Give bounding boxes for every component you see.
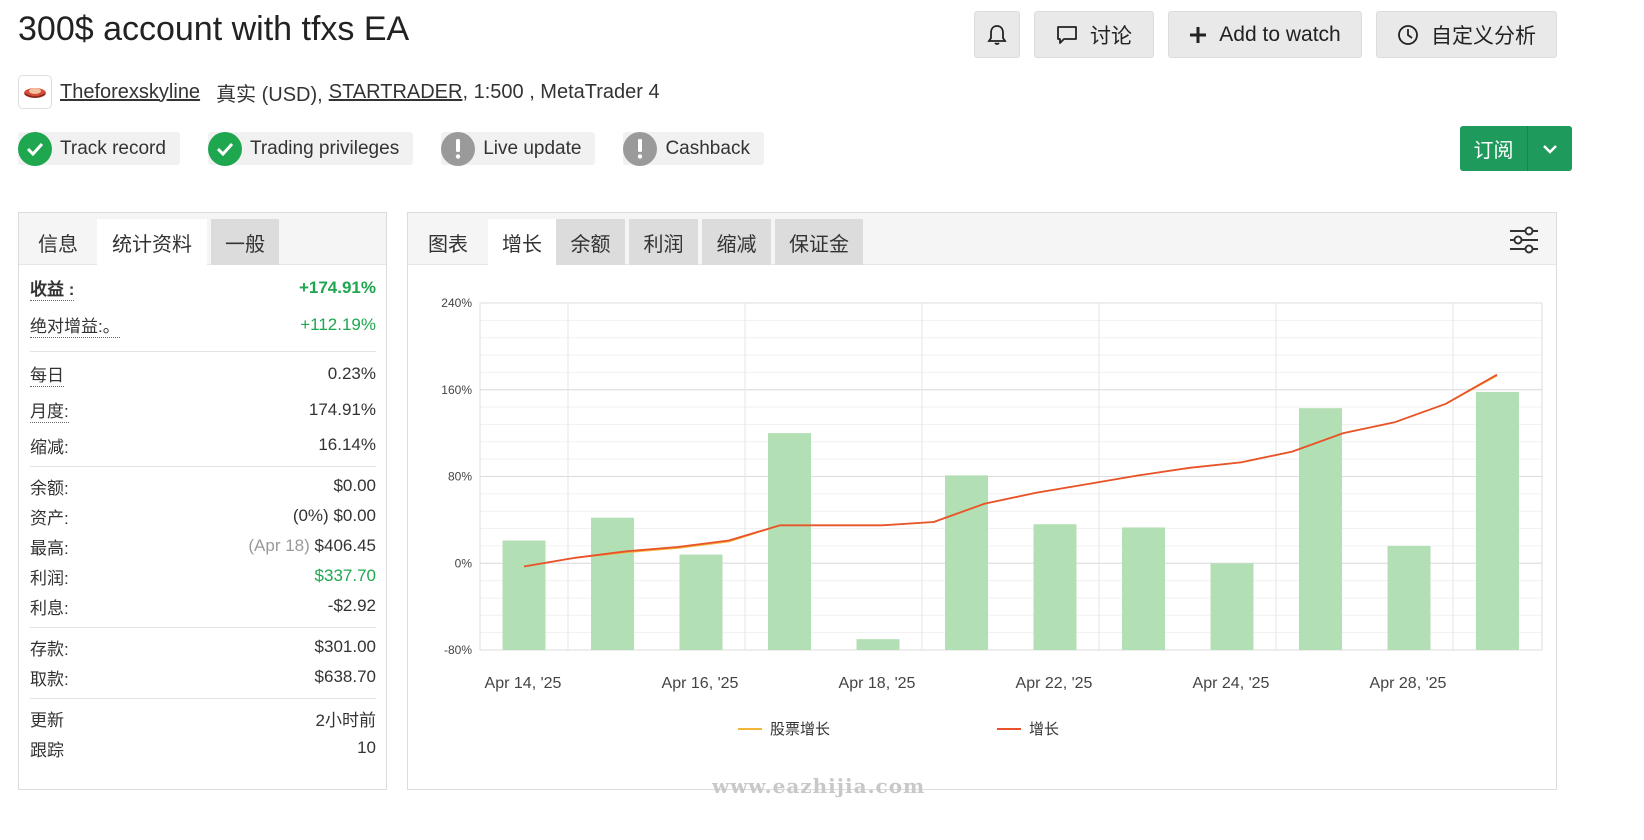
badge-label: Track record <box>60 137 166 159</box>
custom-analysis-button[interactable]: 自定义分析 <box>1376 11 1557 58</box>
tab-info[interactable]: 信息 <box>19 219 97 265</box>
stats-tabs: 信息 统计资料 一般 <box>19 213 386 265</box>
tab-chart[interactable]: 图表 <box>408 219 488 265</box>
filter-settings-icon[interactable] <box>1508 226 1540 259</box>
x-tick-label: Apr 28, '25 <box>1370 675 1447 692</box>
chart-bar <box>1033 524 1077 650</box>
chart-bar <box>945 475 988 650</box>
account-info: Theforexskyline 真实 (USD), STARTRADER , 1… <box>18 74 660 110</box>
owner-link[interactable]: Theforexskyline <box>60 81 200 104</box>
discuss-button[interactable]: 讨论 <box>1034 11 1154 58</box>
page-title: 300$ account with tfxs EA <box>18 10 410 48</box>
chart-bar <box>1387 545 1431 650</box>
equity-growth-line <box>523 375 1498 568</box>
x-tick-label: Apr 22, '25 <box>1016 675 1093 692</box>
chart-bar <box>1210 563 1254 650</box>
tab-statistics[interactable]: 统计资料 <box>97 219 207 265</box>
tab-general[interactable]: 一般 <box>211 219 279 265</box>
custom-analysis-label: 自定义分析 <box>1431 24 1536 48</box>
x-tick-label: Apr 24, '25 <box>1193 675 1270 692</box>
x-tick-label: Apr 18, '25 <box>839 675 916 692</box>
badge-label: Cashback <box>665 137 750 159</box>
broker-link[interactable]: STARTRADER <box>329 81 463 104</box>
notification-button[interactable] <box>974 11 1020 58</box>
tab-profit[interactable]: 利润 <box>629 219 698 265</box>
x-tick-label: Apr 14, '25 <box>485 675 562 692</box>
badge-label: Trading privileges <box>249 137 400 159</box>
stat-monthly: 月度: 174.91% <box>30 392 376 428</box>
account-details: , 1:500 , MetaTrader 4 <box>462 80 660 103</box>
stats-panel: 信息 统计资料 一般 收益 : +174.91% 绝对增益:。 +112.19%… <box>18 212 387 790</box>
stat-highest: 最高: (Apr 18) $406.45 <box>30 536 376 558</box>
badge-trading-privileges: Trading privileges <box>207 131 414 166</box>
stats-list: 收益 : +174.91% 绝对增益:。 +112.19% 每日 0.23% 月… <box>19 269 386 763</box>
stat-daily: 每日 0.23% <box>30 356 376 392</box>
x-tick-label: Apr 16, '25 <box>662 675 739 692</box>
subscribe-label[interactable]: 订阅 <box>1460 126 1528 171</box>
chart-tabs: 图表 增长 余额 利润 缩减 保证金 <box>408 213 1556 265</box>
chart-bar <box>1476 391 1519 650</box>
tab-drawdown[interactable]: 缩减 <box>702 219 771 265</box>
clock-icon <box>1397 24 1419 46</box>
discuss-label: 讨论 <box>1090 24 1132 48</box>
exclamation-icon <box>441 131 476 166</box>
check-icon <box>18 131 52 166</box>
stat-deposits: 存款: $301.00 <box>30 637 376 659</box>
add-to-watch-button[interactable]: Add to watch <box>1168 11 1362 58</box>
chart-bar <box>1122 527 1165 650</box>
y-tick-label: -80% <box>444 643 472 657</box>
exclamation-icon <box>623 131 658 166</box>
plus-icon <box>1189 26 1207 44</box>
stat-balance: 余额: $0.00 <box>30 476 376 498</box>
subscribe-button[interactable]: 订阅 <box>1460 126 1572 171</box>
y-tick-label: 0% <box>455 556 473 570</box>
legend-swatch <box>997 727 1021 730</box>
badge-track-record: Track record <box>18 131 180 166</box>
bell-icon <box>987 24 1007 46</box>
stat-equity: 资产: (0%) $0.00 <box>30 506 376 528</box>
stat-drawdown: 缩减: 16.14% <box>30 435 376 457</box>
tab-margin[interactable]: 保证金 <box>775 219 863 265</box>
chart-bar <box>856 639 900 650</box>
legend-equity-growth[interactable]: 股票增长 <box>738 718 830 739</box>
check-icon <box>207 131 242 166</box>
stat-gain: 收益 : +174.91% <box>30 269 376 307</box>
badge-live-update: Live update <box>441 131 596 166</box>
chart-bar <box>679 554 723 650</box>
chart-panel: 图表 增长 余额 利润 缩减 保证金 240% 160% 80% 0% -80% Apr … <box>407 212 1557 790</box>
comment-icon <box>1056 25 1078 45</box>
watermark: www.eazhijia.com <box>712 774 926 798</box>
chart-bar <box>768 433 811 650</box>
stat-absolute-gain: 绝对增益:。 +112.19% <box>30 307 376 343</box>
add-to-watch-label: Add to watch <box>1219 22 1341 46</box>
y-tick-label: 240% <box>441 296 472 310</box>
tab-growth[interactable]: 增长 <box>488 219 556 265</box>
stat-interest: 利息: -$2.92 <box>30 596 376 618</box>
legend-swatch <box>738 727 762 730</box>
chart-bar <box>502 540 546 650</box>
y-tick-label: 160% <box>441 383 472 397</box>
stat-tracking: 跟踪 10 <box>30 738 376 760</box>
y-tick-label: 80% <box>448 470 472 484</box>
stat-updated: 更新 2小时前 <box>30 710 376 730</box>
growth-line <box>523 373 1498 568</box>
tab-balance[interactable]: 余额 <box>556 219 625 265</box>
legend-growth[interactable]: 增长 <box>997 718 1059 739</box>
verification-badges: Track record Trading privileges Live upd… <box>18 131 764 166</box>
account-type: 真实 (USD), <box>216 83 323 106</box>
chevron-down-icon[interactable] <box>1528 126 1572 171</box>
growth-chart: 240% 160% 80% 0% -80% Apr 14, '25 Apr 16, '25 A… <box>441 296 1543 692</box>
avatar[interactable] <box>18 75 52 109</box>
chart-bar <box>591 517 634 650</box>
stat-profit: 利润: $337.70 <box>30 566 376 588</box>
stat-withdrawals: 取款: $638.70 <box>30 667 376 689</box>
chart-bar <box>1299 408 1342 650</box>
badge-label: Live update <box>483 137 582 159</box>
badge-cashback: Cashback <box>623 131 764 166</box>
